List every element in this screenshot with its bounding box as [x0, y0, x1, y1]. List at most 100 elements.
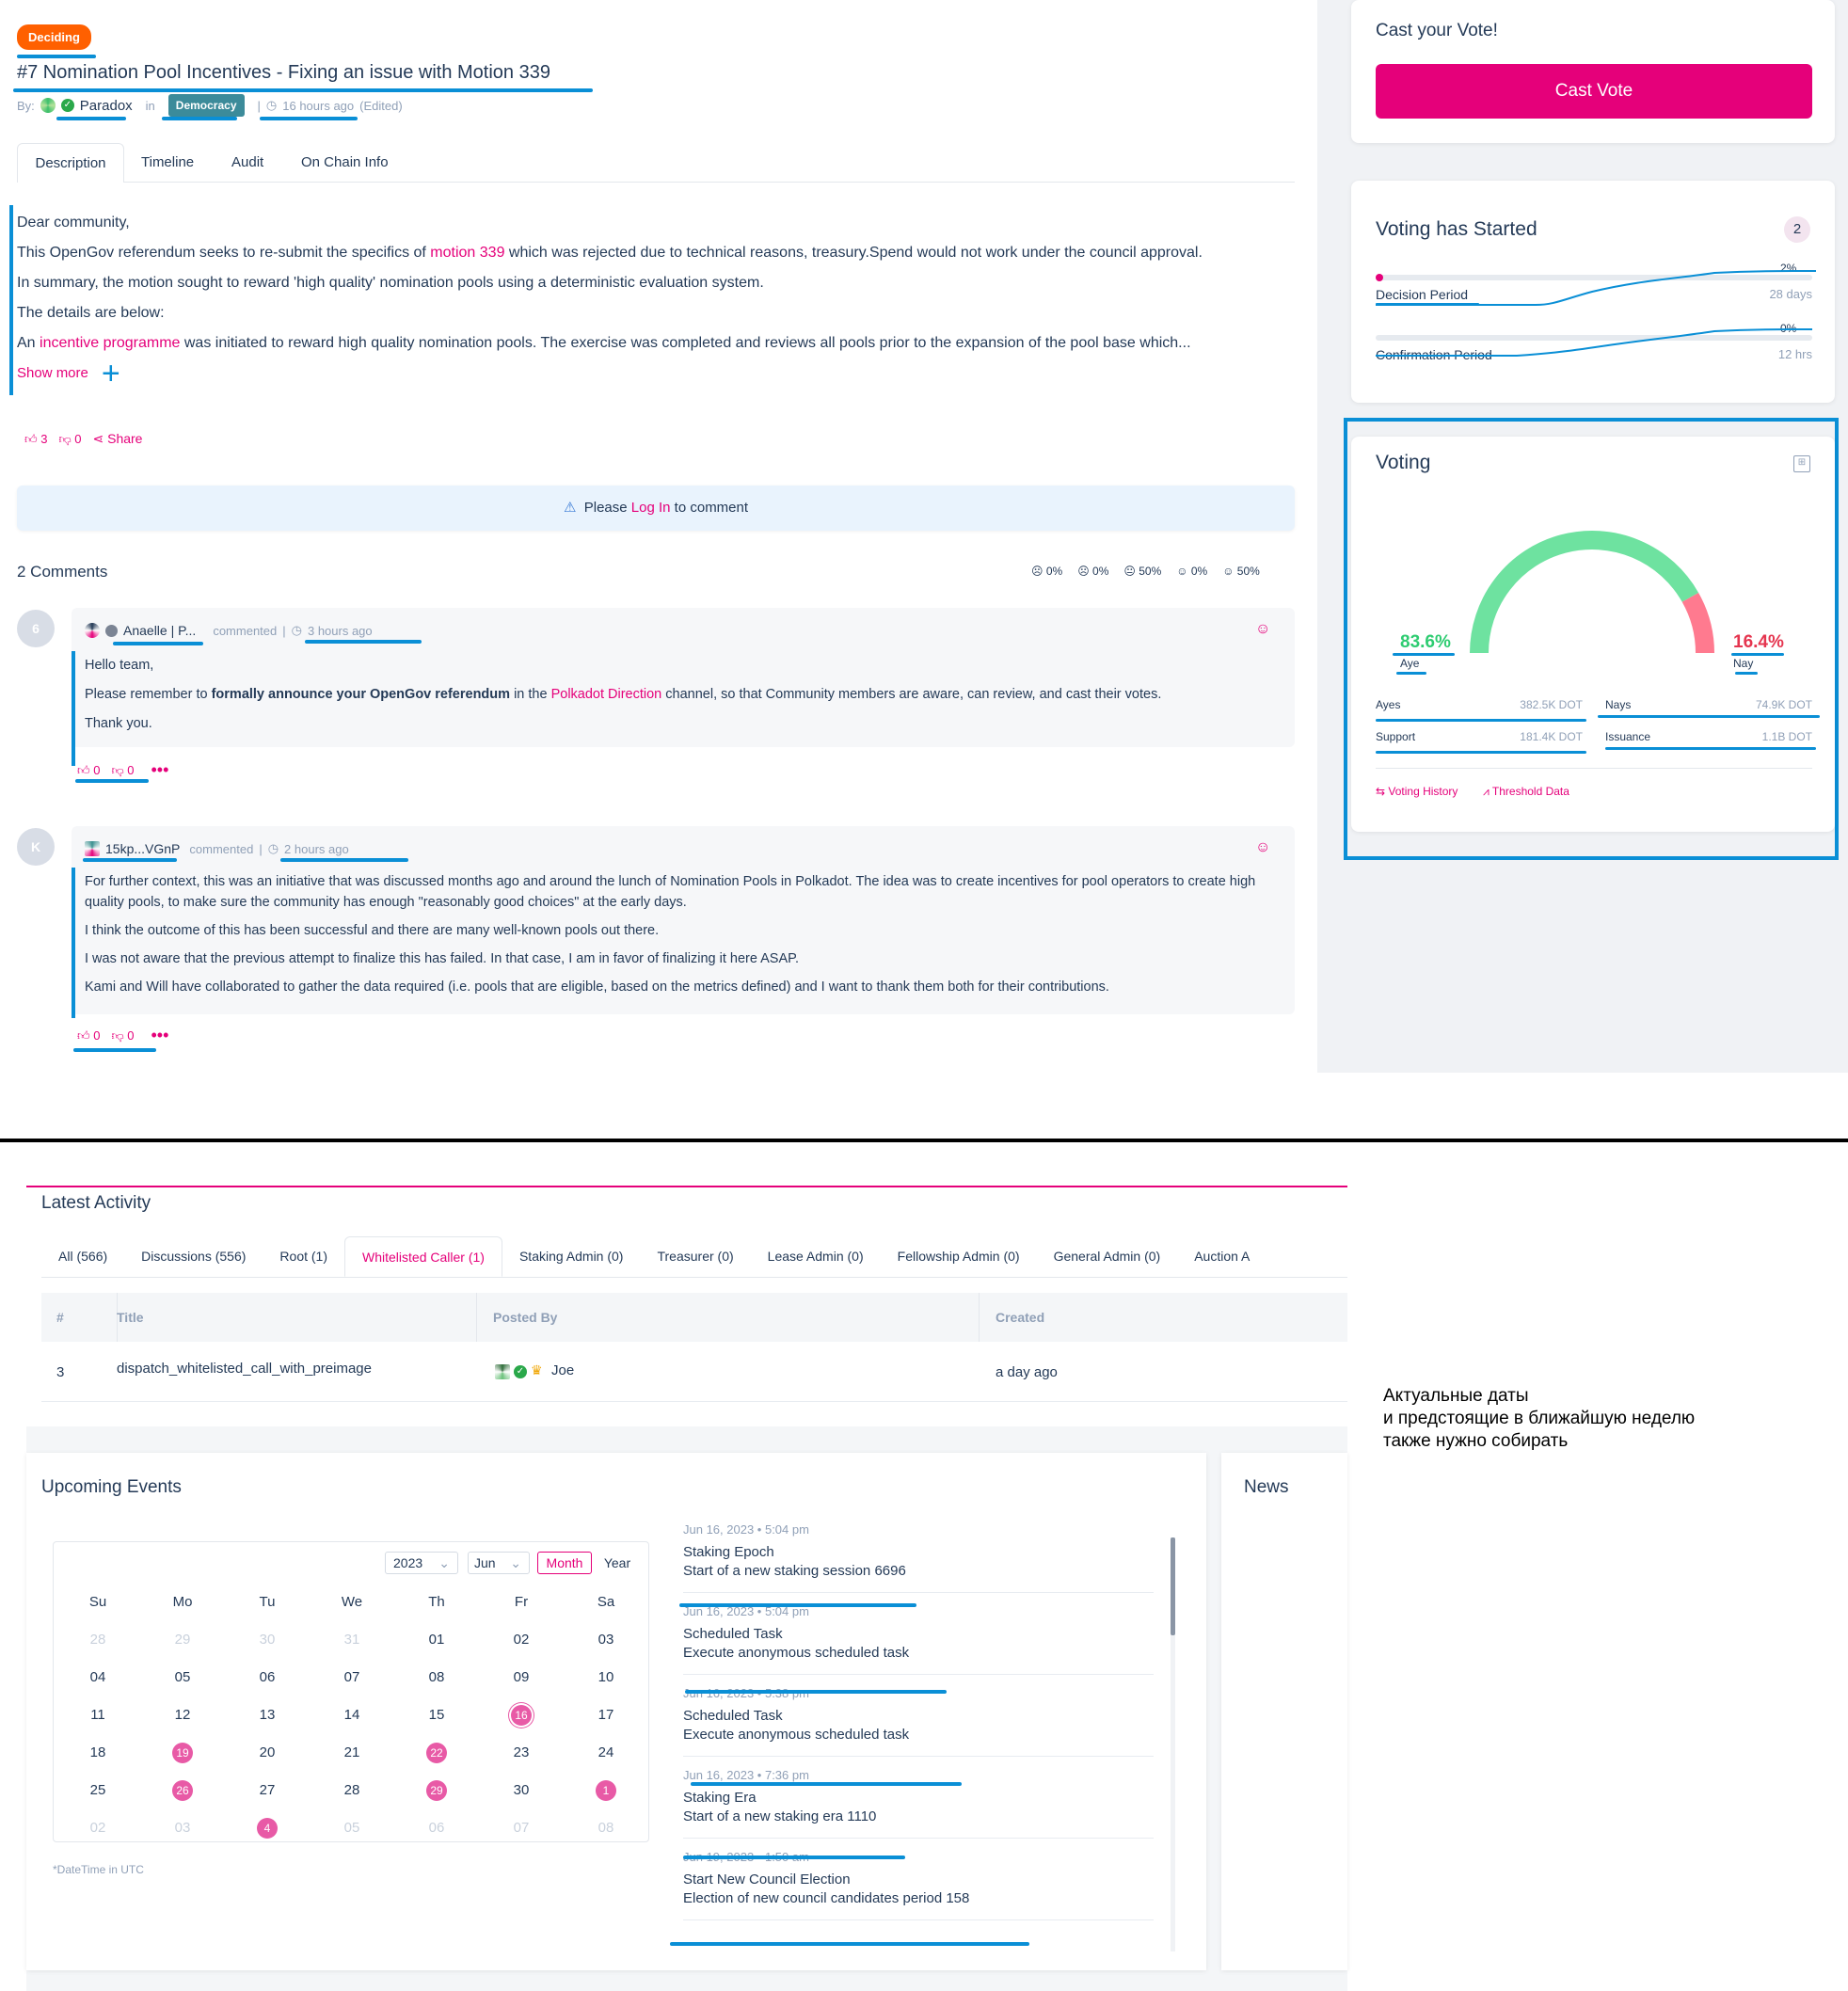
calendar-day[interactable]: 04: [56, 1659, 140, 1696]
calendar-day[interactable]: 05: [140, 1659, 225, 1696]
month-view-button[interactable]: Month: [537, 1552, 592, 1574]
motion-link[interactable]: motion 339: [430, 245, 504, 261]
cast-vote-button[interactable]: Cast Vote: [1376, 64, 1812, 119]
calendar-day[interactable]: 07: [310, 1659, 394, 1696]
year-select[interactable]: 2023 ⌄: [385, 1552, 458, 1574]
calendar-day[interactable]: 14: [310, 1696, 394, 1734]
tab-lease-admin[interactable]: Lease Admin (0): [751, 1236, 881, 1277]
comment-time: 3 hours ago: [307, 623, 373, 638]
calendar-day[interactable]: 1: [564, 1772, 648, 1809]
calendar-day[interactable]: 16: [479, 1696, 564, 1734]
calendar-day[interactable]: 02: [479, 1621, 564, 1659]
calendar-day[interactable]: 15: [394, 1696, 479, 1734]
like-button[interactable]: 👍︎ 0: [77, 1028, 100, 1043]
tab-treasurer[interactable]: Treasurer (0): [640, 1236, 750, 1277]
calendar-day[interactable]: 03: [140, 1809, 225, 1847]
dislike-button[interactable]: 👎︎ 0: [111, 1028, 134, 1043]
calendar-day[interactable]: 27: [225, 1772, 310, 1809]
tab-staking-admin[interactable]: Staking Admin (0): [502, 1236, 641, 1277]
event-item[interactable]: Jun 16, 2023 • 7:36 pm Staking Era Start o…: [683, 1757, 1154, 1839]
more-icon[interactable]: •••: [151, 1026, 168, 1045]
calendar-day[interactable]: 24: [564, 1734, 648, 1772]
event-item[interactable]: Jun 19, 2023 • 1:50 amStart New Council …: [683, 1839, 1154, 1920]
tab-audit[interactable]: Audit: [231, 154, 263, 170]
month-select[interactable]: Jun ⌄: [468, 1552, 530, 1574]
like-button[interactable]: 👍︎ 3: [24, 432, 47, 447]
table-row[interactable]: 3 dispatch_whitelisted_call_with_preimag…: [41, 1342, 1347, 1402]
more-icon[interactable]: •••: [151, 760, 168, 780]
tab-description[interactable]: Description: [17, 143, 124, 183]
calendar-day[interactable]: 22: [394, 1734, 479, 1772]
tab-on-chain-info[interactable]: On Chain Info: [301, 154, 389, 170]
show-more-link[interactable]: Show more: [17, 365, 88, 381]
incentive-link[interactable]: incentive programme: [40, 335, 180, 351]
reaction-icon[interactable]: ☺: [1255, 839, 1270, 856]
calendar-day[interactable]: 30: [225, 1621, 310, 1659]
calendar-day[interactable]: 01: [394, 1621, 479, 1659]
calendar-day[interactable]: 31: [310, 1621, 394, 1659]
sentiment-4: ☺ 0%: [1176, 565, 1208, 578]
calendar-day[interactable]: 19: [140, 1734, 225, 1772]
track-badge[interactable]: Democracy: [167, 94, 245, 117]
calendar-day[interactable]: 25: [56, 1772, 140, 1809]
comment-body: For further context, this was an initiat…: [85, 874, 1256, 995]
voting-history-link[interactable]: ⇆ Voting History: [1376, 785, 1458, 798]
calendar-day[interactable]: 06: [225, 1659, 310, 1696]
calendar-day[interactable]: 07: [479, 1809, 564, 1847]
year-view-button[interactable]: Year: [594, 1552, 641, 1574]
calendar-day[interactable]: 26: [140, 1772, 225, 1809]
calculator-icon[interactable]: ⊞: [1793, 455, 1810, 472]
calendar-day[interactable]: 23: [479, 1734, 564, 1772]
reaction-icon[interactable]: ☺: [1255, 621, 1270, 638]
comment-reactions: 👍︎ 0 👎︎ 0 •••: [77, 760, 168, 780]
tab-general-admin[interactable]: General Admin (0): [1037, 1236, 1178, 1277]
event-item[interactable]: Jun 16, 2023 • 5:38 pmScheduled TaskExec…: [683, 1675, 1154, 1757]
calendar-day[interactable]: 21: [310, 1734, 394, 1772]
calendar-day[interactable]: 4: [225, 1809, 310, 1847]
calendar-day[interactable]: 28: [56, 1621, 140, 1659]
event-item[interactable]: Jun 16, 2023 • 5:04 pm Staking Epoch Start…: [683, 1511, 1154, 1593]
calendar-day[interactable]: 18: [56, 1734, 140, 1772]
like-button[interactable]: 👍︎ 0: [77, 763, 100, 778]
calendar-day[interactable]: 12: [140, 1696, 225, 1734]
calendar-day[interactable]: 17: [564, 1696, 648, 1734]
calendar-day[interactable]: 06: [394, 1809, 479, 1847]
calendar-day[interactable]: 11: [56, 1696, 140, 1734]
calendar-day[interactable]: 05: [310, 1809, 394, 1847]
calendar-day[interactable]: 08: [564, 1809, 648, 1847]
calendar-day[interactable]: 29: [140, 1621, 225, 1659]
status-icon: [105, 624, 118, 637]
comment-author[interactable]: Anaelle | P...: [123, 623, 196, 638]
share-button[interactable]: ⋖ Share: [92, 431, 142, 447]
calendar-day[interactable]: 20: [225, 1734, 310, 1772]
author-name[interactable]: Paradox: [80, 98, 133, 114]
dislike-button[interactable]: 👎︎ 0: [111, 763, 134, 778]
comment-author[interactable]: 15kp...VGnP: [105, 841, 180, 856]
gauge-nay-arc: [1681, 592, 1714, 654]
calendar-day[interactable]: 09: [479, 1659, 564, 1696]
calendar-day[interactable]: 03: [564, 1621, 648, 1659]
identicon: [40, 98, 56, 113]
calendar-day[interactable]: 02: [56, 1809, 140, 1847]
tab-root[interactable]: Root (1): [263, 1236, 344, 1277]
calendar-day[interactable]: 30: [479, 1772, 564, 1809]
event-description: Execute anonymous scheduled task: [683, 1727, 910, 1743]
threshold-data-link[interactable]: ⩘ Threshold Data: [1483, 785, 1569, 799]
tab-whitelisted-caller[interactable]: Whitelisted Caller (1): [344, 1236, 502, 1277]
tab-timeline[interactable]: Timeline: [141, 154, 194, 170]
tab-discussions[interactable]: Discussions (556): [124, 1236, 263, 1277]
sentiment-summary: ☹ 0% ☹ 0% 😐︎ 50% ☺ 0% ☺ 50%: [1031, 565, 1260, 578]
dislike-button[interactable]: 👎︎ 0: [58, 432, 81, 447]
calendar-day[interactable]: 10: [564, 1659, 648, 1696]
tab-all[interactable]: All (566): [41, 1236, 124, 1277]
login-link[interactable]: Log In: [631, 500, 671, 516]
tab-fellowship-admin[interactable]: Fellowship Admin (0): [881, 1236, 1037, 1277]
calendar-day[interactable]: 08: [394, 1659, 479, 1696]
tab-auction-admin[interactable]: Auction A: [1177, 1236, 1267, 1277]
events-scrollbar[interactable]: [1171, 1537, 1175, 1951]
description-para-2: In summary, the motion sought to reward …: [17, 275, 764, 291]
calendar-day[interactable]: 29: [394, 1772, 479, 1809]
calendar-day[interactable]: 28: [310, 1772, 394, 1809]
polkadot-direction-link[interactable]: Polkadot Direction: [551, 687, 662, 702]
calendar-day[interactable]: 13: [225, 1696, 310, 1734]
